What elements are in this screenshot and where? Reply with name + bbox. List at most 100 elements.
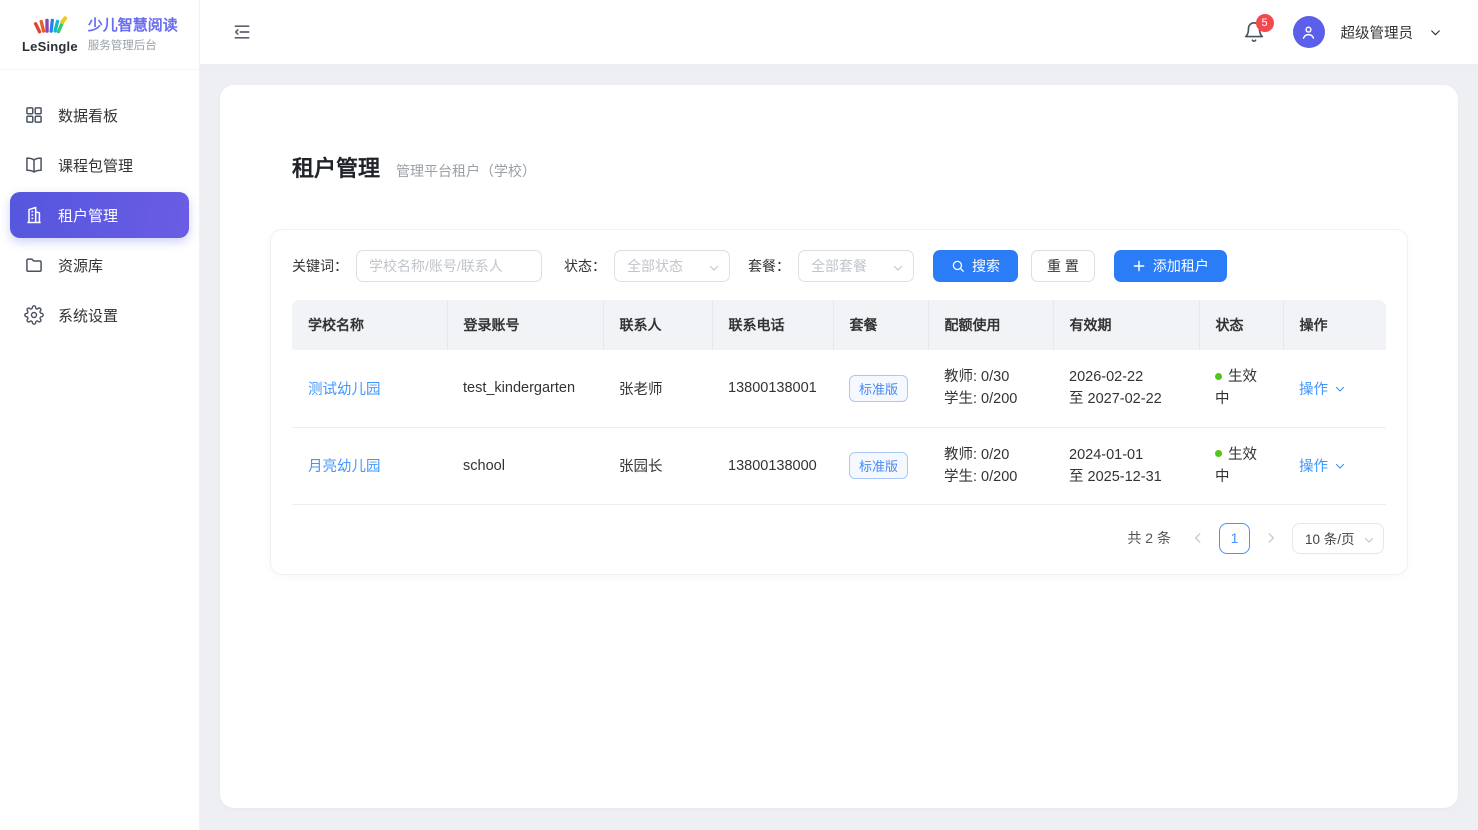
package-select-value: 全部套餐: [811, 256, 867, 276]
col-status: 状态: [1199, 300, 1283, 350]
sidebar-item-label: 课程包管理: [58, 155, 133, 176]
filter-bar: 关键词： 状态： 全部状态 套餐： 全部套餐: [292, 250, 1386, 282]
content-card: 租户管理 管理平台租户（学校） 关键词： 状态： 全部状态 套餐： 全: [220, 85, 1458, 808]
sidebar-item-course-packages[interactable]: 课程包管理: [10, 142, 189, 188]
pagination-total: 共 2 条: [1127, 528, 1171, 548]
contact-cell: 张老师: [603, 350, 712, 427]
user-name[interactable]: 超级管理员: [1341, 22, 1414, 43]
brand-logo: LeSingle: [22, 16, 78, 54]
col-account: 登录账号: [447, 300, 603, 350]
account-cell: school: [447, 427, 603, 504]
dashboard-grid-icon: [24, 105, 44, 125]
sidebar-item-label: 数据看板: [58, 105, 118, 126]
search-icon: [951, 259, 965, 273]
phone-cell: 13800138000: [712, 427, 833, 504]
row-actions-link[interactable]: 操作: [1299, 459, 1328, 475]
notification-bell-icon[interactable]: 5: [1243, 21, 1265, 43]
validity-cell: 2024-01-01 至 2025-12-31: [1053, 427, 1199, 504]
page-head: 租户管理 管理平台租户（学校）: [220, 85, 1458, 183]
valid-to: 至 2027-02-22: [1069, 388, 1183, 410]
quota-teacher: 教师: 0/20: [944, 444, 1037, 466]
chevron-down-icon: [708, 261, 720, 273]
account-cell: test_kindergarten: [447, 350, 603, 427]
sidebar-item-dashboard[interactable]: 数据看板: [10, 92, 189, 138]
brand-subtitle: 服务管理后台: [88, 37, 178, 53]
brand: LeSingle 少儿智慧阅读 服务管理后台: [0, 0, 199, 70]
col-package: 套餐: [833, 300, 928, 350]
status-green-dot-icon: [1215, 373, 1222, 380]
folder-icon: [24, 255, 44, 275]
table-row: 测试幼儿园 test_kindergarten 张老师 13800138001 …: [292, 350, 1386, 427]
table-header-row: 学校名称 登录账号 联系人 联系电话 套餐 配额使用 有效期 状态 操作: [292, 300, 1386, 350]
actions-cell: 操作: [1283, 427, 1386, 504]
page-size-select[interactable]: 10 条/页: [1292, 523, 1384, 554]
page-title: 租户管理: [292, 151, 380, 183]
quota-student: 学生: 0/200: [944, 466, 1037, 488]
tenant-panel: 关键词： 状态： 全部状态 套餐： 全部套餐: [270, 229, 1408, 575]
pagination: 共 2 条 1 10 条/页: [292, 523, 1386, 554]
status-cell: 生效中: [1199, 350, 1283, 427]
package-badge: 标准版: [849, 452, 908, 479]
reset-button[interactable]: 重 置: [1031, 250, 1095, 282]
menu-fold-icon[interactable]: [232, 22, 252, 42]
status-green-dot-icon: [1215, 450, 1222, 457]
tenant-table: 学校名称 登录账号 联系人 联系电话 套餐 配额使用 有效期 状态 操作 测试幼…: [292, 300, 1386, 505]
sidebar-item-settings[interactable]: 系统设置: [10, 292, 189, 338]
brand-title: 少儿智慧阅读: [88, 16, 178, 35]
user-avatar[interactable]: [1293, 16, 1325, 48]
chevron-left-icon[interactable]: [1191, 531, 1205, 545]
quota-cell: 教师: 0/30 学生: 0/200: [928, 350, 1053, 427]
status-select-value: 全部状态: [627, 256, 683, 276]
book-icon: [24, 155, 44, 175]
package-badge: 标准版: [849, 375, 908, 402]
col-phone: 联系电话: [712, 300, 833, 350]
package-select[interactable]: 全部套餐: [798, 250, 914, 282]
top-header: 5 超级管理员: [200, 0, 1478, 65]
notification-badge: 5: [1256, 14, 1274, 32]
chevron-down-icon[interactable]: [1334, 383, 1346, 395]
phone-cell: 13800138001: [712, 350, 833, 427]
col-validity: 有效期: [1053, 300, 1199, 350]
chevron-down-icon: [892, 261, 904, 273]
contact-cell: 张园长: [603, 427, 712, 504]
actions-cell: 操作: [1283, 350, 1386, 427]
search-button[interactable]: 搜索: [933, 250, 1018, 282]
col-contact: 联系人: [603, 300, 712, 350]
sidebar-nav: 数据看板 课程包管理 租户管理 资源库 系统设置: [0, 70, 199, 338]
gear-icon: [24, 305, 44, 325]
valid-from: 2026-02-22: [1069, 366, 1183, 388]
keyword-input[interactable]: [356, 250, 542, 282]
sidebar-item-label: 系统设置: [58, 305, 118, 326]
package-label: 套餐：: [748, 256, 790, 276]
chevron-down-icon: [1363, 534, 1375, 546]
chevron-right-icon[interactable]: [1264, 531, 1278, 545]
school-name-link[interactable]: 月亮幼儿园: [308, 459, 381, 475]
quota-cell: 教师: 0/20 学生: 0/200: [928, 427, 1053, 504]
valid-from: 2024-01-01: [1069, 444, 1183, 466]
status-select[interactable]: 全部状态: [614, 250, 730, 282]
validity-cell: 2026-02-22 至 2027-02-22: [1053, 350, 1199, 427]
chevron-down-icon[interactable]: [1429, 26, 1442, 39]
status-label: 状态：: [564, 256, 606, 276]
brand-logo-text: LeSingle: [22, 39, 78, 54]
col-quota: 配额使用: [928, 300, 1053, 350]
building-icon: [24, 205, 44, 225]
table-row: 月亮幼儿园 school 张园长 13800138000 标准版 教师: 0/2…: [292, 427, 1386, 504]
sidebar-item-label: 租户管理: [58, 205, 118, 226]
col-actions: 操作: [1283, 300, 1386, 350]
page-subtitle: 管理平台租户（学校）: [396, 161, 536, 181]
row-actions-link[interactable]: 操作: [1299, 382, 1328, 398]
add-tenant-button[interactable]: 添加租户: [1114, 250, 1227, 282]
page-number-button[interactable]: 1: [1219, 523, 1250, 554]
main-content: 租户管理 管理平台租户（学校） 关键词： 状态： 全部状态 套餐： 全: [200, 65, 1478, 830]
chevron-down-icon[interactable]: [1334, 460, 1346, 472]
quota-student: 学生: 0/200: [944, 388, 1037, 410]
quota-teacher: 教师: 0/30: [944, 366, 1037, 388]
status-cell: 生效中: [1199, 427, 1283, 504]
valid-to: 至 2025-12-31: [1069, 466, 1183, 488]
sidebar: LeSingle 少儿智慧阅读 服务管理后台 数据看板 课程包管理 租户管理: [0, 0, 200, 830]
sidebar-item-tenants[interactable]: 租户管理: [10, 192, 189, 238]
school-name-link[interactable]: 测试幼儿园: [308, 382, 381, 398]
sidebar-item-resources[interactable]: 资源库: [10, 242, 189, 288]
sidebar-item-label: 资源库: [58, 255, 103, 276]
